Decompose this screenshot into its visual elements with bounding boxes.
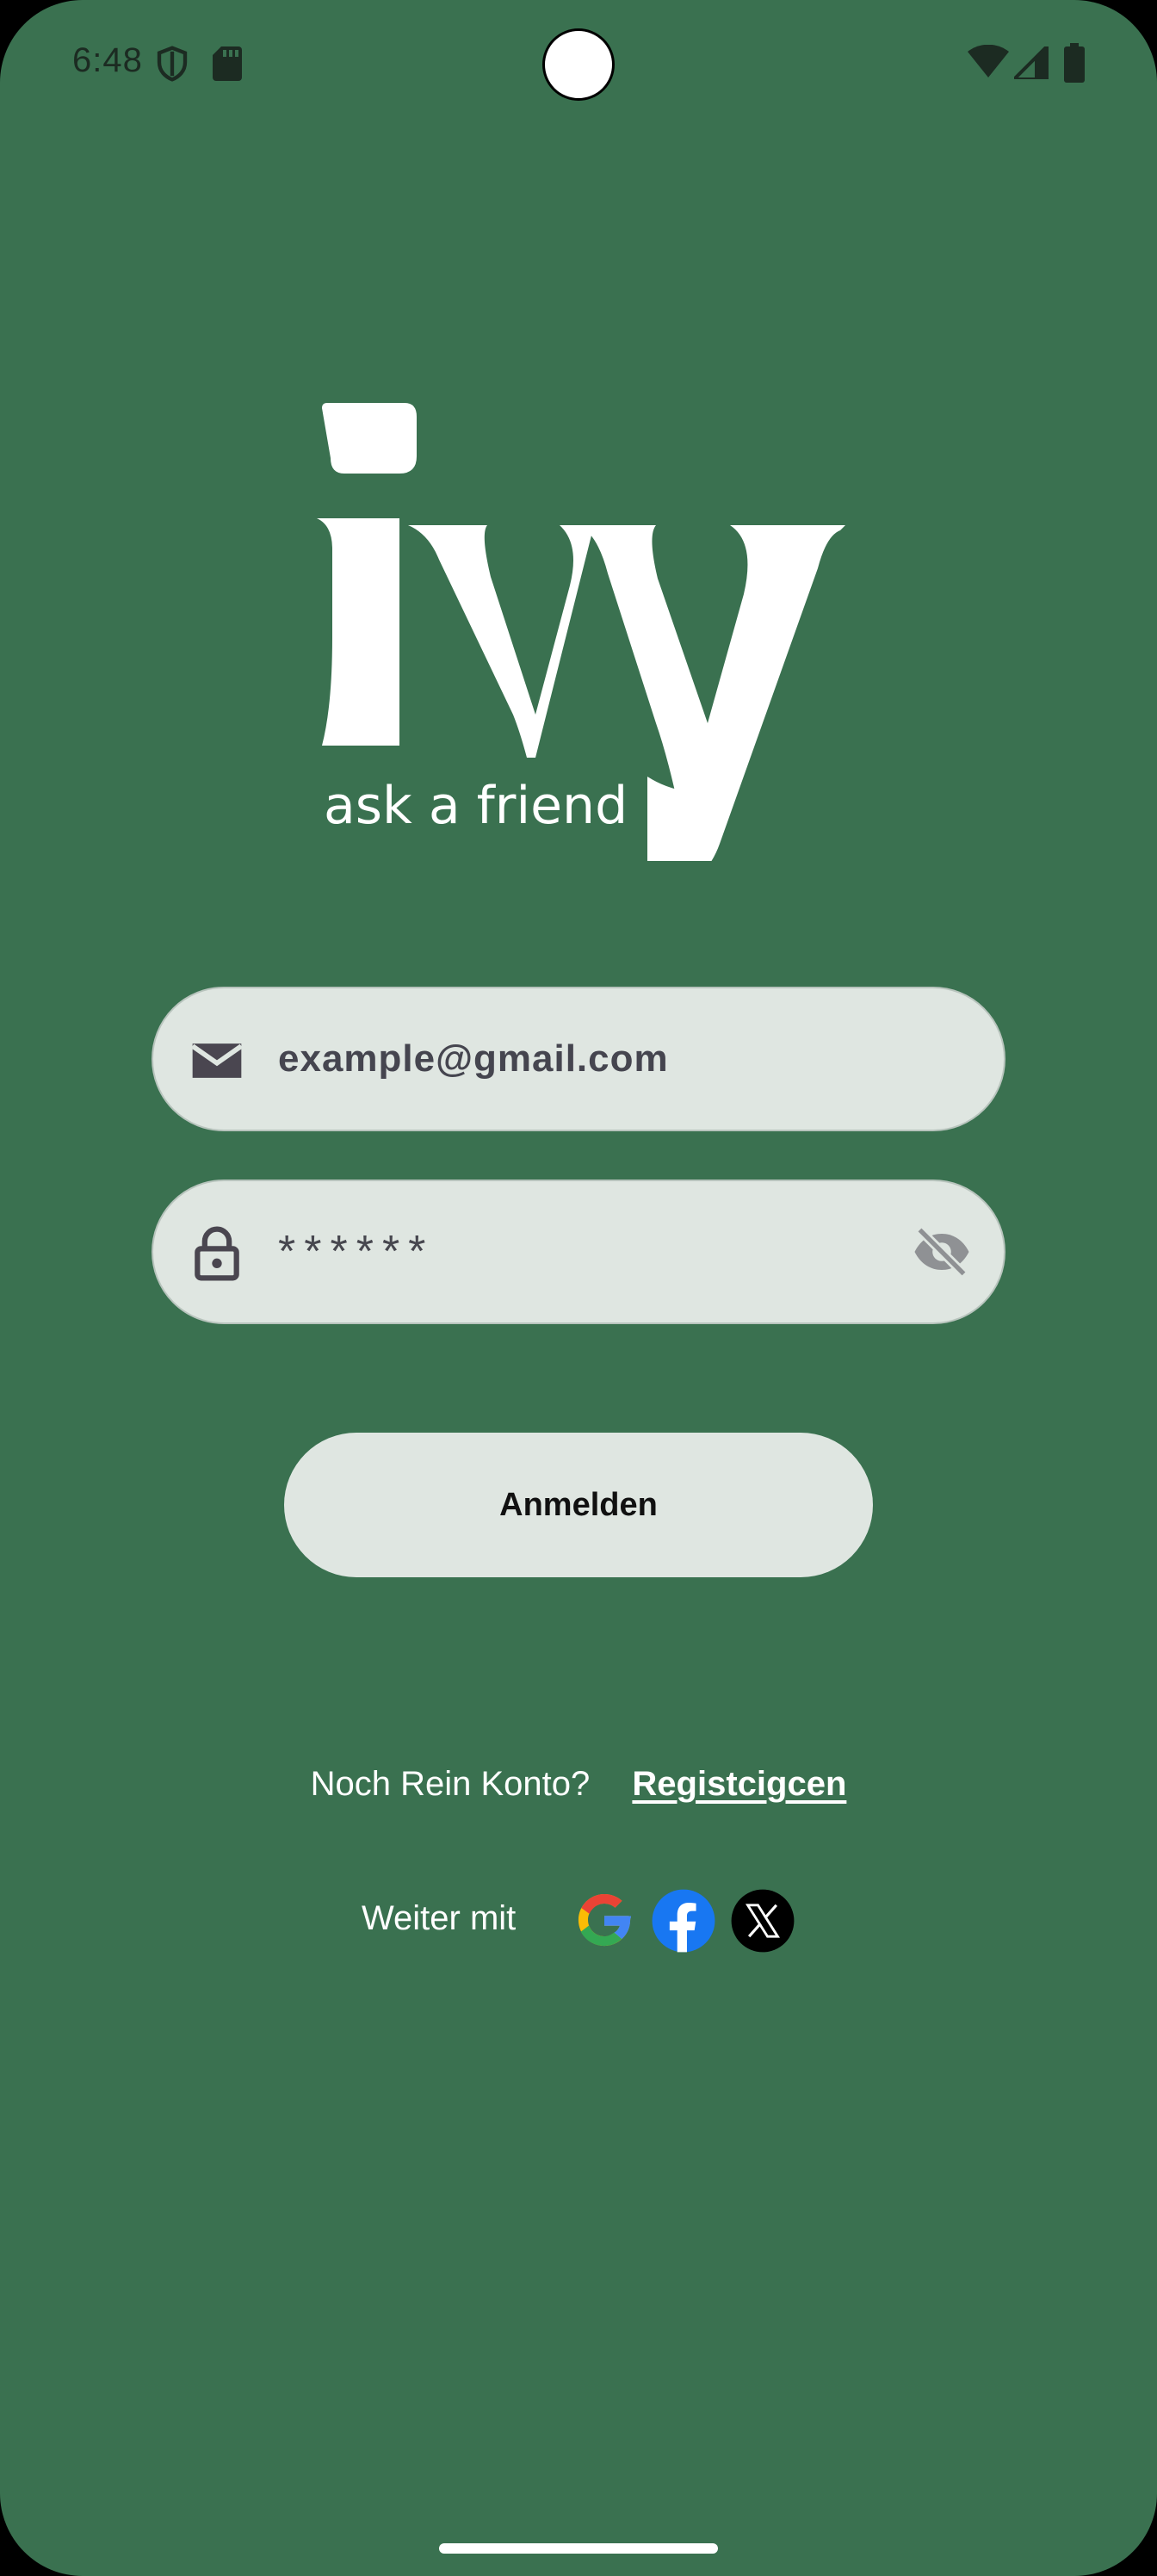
logo-tagline: ask a friend [324,776,628,836]
wifi-icon [968,45,1009,77]
password-field[interactable]: ****** [152,1180,1005,1324]
password-input-value[interactable]: ****** [278,1181,434,1322]
register-link[interactable]: Registcigcen [632,1765,846,1803]
google-icon[interactable] [572,1888,637,1954]
shield-icon [157,46,188,82]
sd-card-icon [213,46,242,81]
facebook-icon[interactable] [651,1888,716,1954]
register-row: Noch Rein Konto? Registcigcen [0,1765,1157,1817]
social-login-label: Weiter mit [362,1899,517,1937]
login-screen: 6:48 ask a friend example@gmail.com ****… [0,0,1157,2576]
home-indicator[interactable] [439,2543,718,2554]
login-button[interactable]: Anmelden [284,1433,873,1577]
ivy-logo: ask a friend [317,403,845,861]
lock-icon [195,1226,239,1281]
x-icon[interactable] [730,1888,795,1954]
email-input-value[interactable]: example@gmail.com [278,988,669,1130]
front-camera-cutout [542,28,615,101]
mail-icon [191,1043,243,1078]
visibility-off-icon[interactable] [911,1221,973,1283]
cellular-signal-icon [1014,46,1049,79]
register-question: Noch Rein Konto? [310,1765,591,1803]
battery-icon [1064,43,1085,83]
email-field[interactable]: example@gmail.com [152,987,1005,1131]
status-time: 6:48 [72,41,143,79]
status-bar: 6:48 [0,0,1157,129]
